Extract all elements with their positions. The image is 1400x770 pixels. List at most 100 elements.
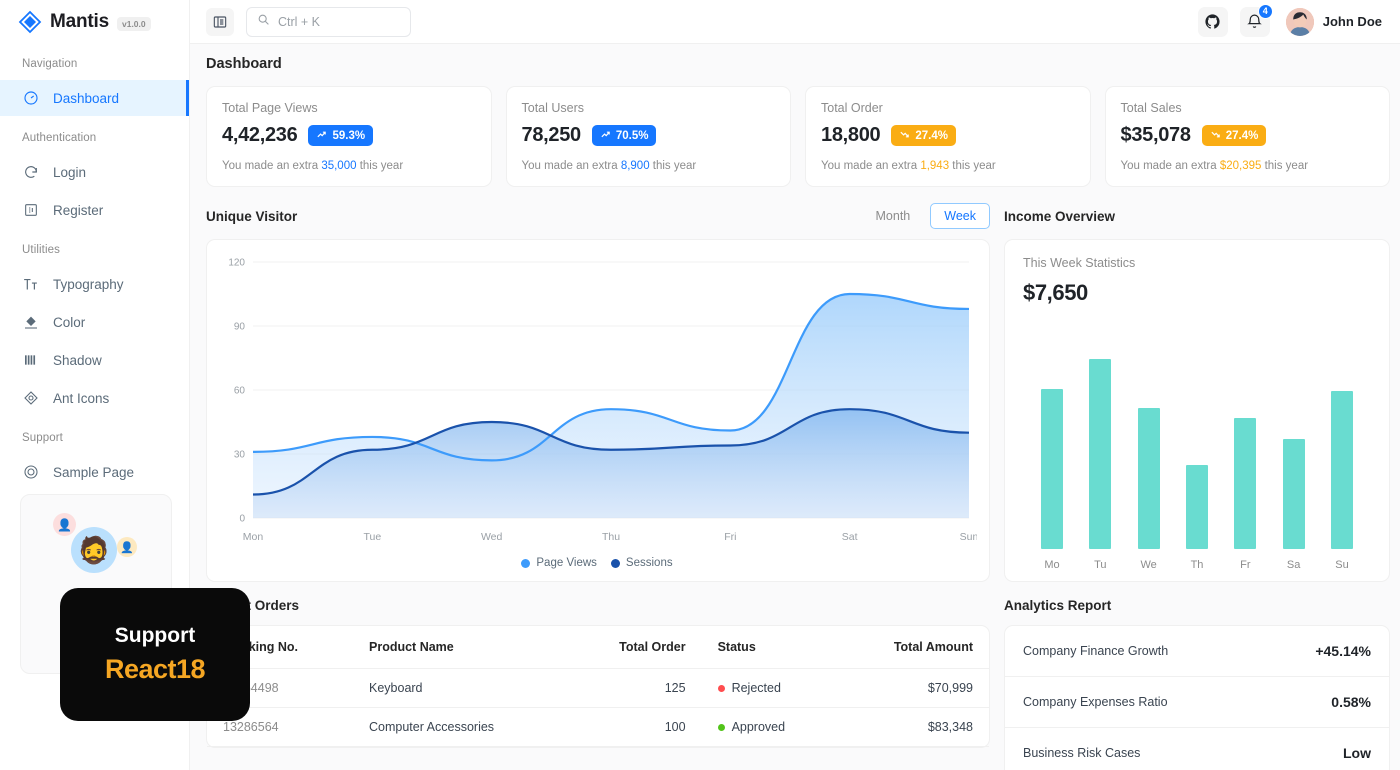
status-dot-icon (718, 724, 725, 731)
sidebar-item-dashboard[interactable]: Dashboard (0, 80, 189, 116)
sidebar-item-shadow[interactable]: Shadow (0, 342, 189, 378)
bar[interactable] (1138, 408, 1160, 549)
sidebar-item-label: Login (53, 165, 86, 180)
search-input[interactable] (278, 15, 400, 29)
nav-group-label-support: Support (0, 418, 189, 452)
stat-value: 4,42,236 (222, 124, 297, 147)
svg-text:0: 0 (239, 514, 245, 525)
orders-table-head: Tracking No. Product Name Total Order St… (207, 626, 989, 669)
trend-up-icon (316, 129, 327, 143)
analytics-value: Low (1343, 745, 1371, 761)
sidebar-item-label: Sample Page (53, 465, 134, 480)
bar-column: Sa (1279, 439, 1309, 571)
table-row[interactable]: 84564498 Keyboard 125 Rejected (207, 669, 989, 708)
legend-item-page-views: Page Views (521, 557, 597, 569)
nav-group-label-navigation: Navigation (0, 44, 189, 78)
bar-label: We (1141, 559, 1157, 571)
sidebar-item-label: Dashboard (53, 91, 119, 106)
list-item[interactable]: Company Finance Growth +45.14% (1005, 626, 1389, 677)
topbar: 4 John Doe (190, 0, 1400, 44)
legend-item-sessions: Sessions (611, 557, 673, 569)
column-product-name: Product Name (353, 626, 567, 669)
svg-text:Wed: Wed (481, 531, 503, 543)
stat-label: Total Order (821, 101, 1076, 115)
cell-status: Approved (702, 708, 838, 747)
sidebar-item-login[interactable]: Login (0, 154, 189, 190)
stat-subtext: You made an extra 35,000 this year (222, 160, 477, 172)
svg-text:90: 90 (234, 322, 246, 333)
diamond-logo-icon (18, 10, 42, 34)
brand[interactable]: Mantis v1.0.0 (0, 0, 189, 44)
unique-visitor-panel: Unique Visitor Month Week 0306090120MonT… (206, 187, 990, 582)
cell-product-name: Keyboard (353, 669, 567, 708)
unique-visitor-title: Unique Visitor (206, 209, 297, 224)
column-total-amount: Total Amount (837, 626, 989, 669)
brand-name: Mantis (50, 11, 109, 33)
status-badge: Approved (718, 720, 822, 734)
income-amount: $7,650 (1023, 280, 1371, 306)
income-subtitle: This Week Statistics (1023, 256, 1371, 270)
status-badge: 70.5% (592, 125, 657, 146)
stat-card-total-sales: Total Sales $35,078 27.4% You mad (1105, 86, 1391, 187)
sidebar-item-label: Typography (53, 277, 124, 292)
bar[interactable] (1331, 391, 1353, 549)
page-title: Dashboard (206, 56, 1390, 72)
cell-total-amount: $70,999 (837, 669, 989, 708)
sidebar-item-ant-icons[interactable]: Ant Icons (0, 380, 189, 416)
analytics-value: +45.14% (1315, 643, 1371, 659)
tab-month[interactable]: Month (862, 203, 925, 229)
app-root: Mantis v1.0.0 Navigation Dashboard Authe… (0, 0, 1400, 770)
svg-text:Sat: Sat (842, 531, 858, 543)
income-bar-chart[interactable]: MoTuWeThFrSaSu (1023, 306, 1371, 571)
stat-sub-suffix: this year (357, 160, 404, 172)
table-row[interactable]: 13286564 Computer Accessories 100 Approv… (207, 708, 989, 747)
stat-sub-suffix: this year (650, 160, 697, 172)
list-item[interactable]: Company Expenses Ratio 0.58% (1005, 677, 1389, 728)
stat-sub-suffix: this year (949, 160, 996, 172)
stat-subtext: You made an extra $20,395 this year (1121, 160, 1376, 172)
bar-column: We (1134, 408, 1164, 571)
income-overview-card: This Week Statistics $7,650 MoTuWeThFrSa… (1004, 239, 1390, 582)
analytics-label: Company Finance Growth (1023, 644, 1168, 658)
recent-orders-card: Tracking No. Product Name Total Order St… (206, 625, 990, 748)
search-icon (257, 13, 270, 31)
promo-avatar-small-2: 👤 (117, 537, 137, 557)
ant-design-icon (22, 390, 39, 407)
bar-label: Mo (1044, 559, 1059, 571)
unique-visitor-area-chart[interactable]: 0306090120MonTueWedThuFriSatSun (217, 250, 977, 550)
avatar (1286, 8, 1314, 36)
bar[interactable] (1186, 465, 1208, 549)
analytics-report-panel: Analytics Report Company Finance Growth … (1004, 598, 1390, 770)
bar-column: Tu (1085, 359, 1115, 571)
hamburger-menu-icon[interactable] (206, 8, 234, 36)
stat-sub-highlight: 8,900 (621, 160, 650, 172)
tab-week[interactable]: Week (930, 203, 990, 229)
support-react18-overlay[interactable]: Support React18 (60, 588, 250, 721)
bar[interactable] (1089, 359, 1111, 549)
github-icon[interactable] (1198, 7, 1228, 37)
bar-label: Su (1335, 559, 1348, 571)
sidebar-item-sample-page[interactable]: Sample Page (0, 454, 189, 490)
column-total-order: Total Order (567, 626, 701, 669)
legend-dot-sessions (611, 559, 620, 568)
sidebar-item-label: Color (53, 315, 85, 330)
stat-sub-prefix: You made an extra (222, 160, 321, 172)
legend-label: Sessions (626, 557, 673, 569)
bar[interactable] (1234, 418, 1256, 549)
stat-value: $35,078 (1121, 124, 1191, 147)
search-box[interactable] (246, 7, 411, 37)
user-menu[interactable]: John Doe (1282, 8, 1382, 36)
legend-dot-page-views (521, 559, 530, 568)
cell-status: Rejected (702, 669, 838, 708)
sidebar-item-typography[interactable]: Typography (0, 266, 189, 302)
sidebar-item-color[interactable]: Color (0, 304, 189, 340)
bar[interactable] (1041, 389, 1063, 549)
overlay-line-2: React18 (105, 654, 205, 685)
svg-text:120: 120 (228, 258, 245, 269)
list-item[interactable]: Business Risk Cases Low (1005, 728, 1389, 770)
bar[interactable] (1283, 439, 1305, 549)
sidebar-item-register[interactable]: Register (0, 192, 189, 228)
analytics-value: 0.58% (1331, 694, 1371, 710)
bell-icon[interactable]: 4 (1240, 7, 1270, 37)
stat-subtext: You made an extra 8,900 this year (522, 160, 777, 172)
